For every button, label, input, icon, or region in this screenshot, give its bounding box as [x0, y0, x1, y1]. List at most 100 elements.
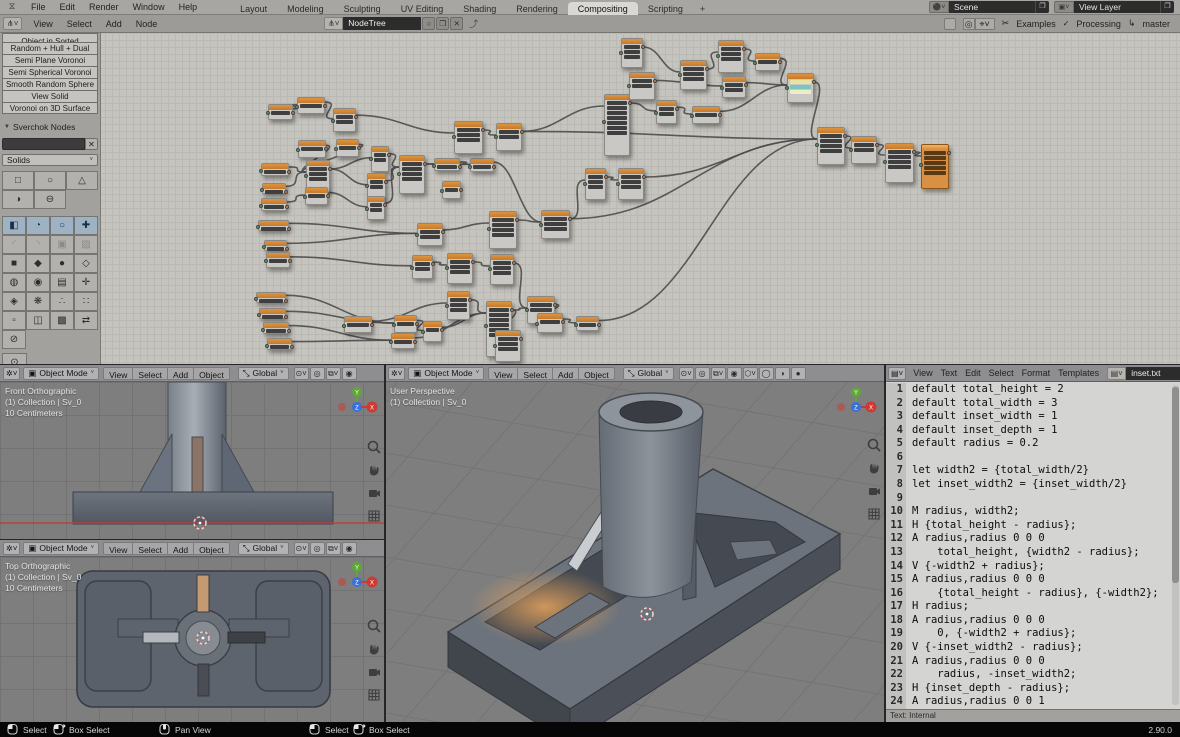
- node-29[interactable]: [399, 155, 425, 194]
- solid-op-icon-3[interactable]: ○: [50, 216, 74, 235]
- code-line[interactable]: H {total_height - radius};: [912, 519, 1180, 533]
- vp-menu-select[interactable]: Select: [518, 367, 553, 380]
- tab-modeling[interactable]: Modeling: [277, 2, 334, 15]
- solid-op-icon-2[interactable]: ◔: [26, 216, 50, 235]
- sphere-solid-icon[interactable]: ◑: [2, 190, 34, 209]
- output-socket[interactable]: [843, 134, 847, 138]
- input-socket[interactable]: [260, 188, 264, 192]
- vp-menu-select[interactable]: Select: [133, 542, 168, 555]
- output-socket[interactable]: [288, 259, 292, 263]
- output-socket[interactable]: [324, 147, 328, 151]
- overlay-icon[interactable]: ⧉˅: [326, 542, 341, 555]
- output-socket[interactable]: [742, 47, 746, 51]
- input-socket[interactable]: [785, 86, 789, 90]
- menu-edit[interactable]: Edit: [53, 2, 83, 12]
- node-menu-select[interactable]: Select: [60, 19, 99, 29]
- input-socket[interactable]: [493, 344, 497, 348]
- shading-wire-icon[interactable]: ◯: [759, 367, 774, 380]
- output-socket[interactable]: [284, 299, 288, 303]
- node-23[interactable]: [261, 198, 287, 211]
- preset-button-semi-spherical-voronoi[interactable]: Semi Spherical Voronoi: [2, 66, 98, 78]
- output-socket[interactable]: [459, 188, 463, 192]
- node-36[interactable]: [264, 240, 287, 251]
- output-socket[interactable]: [642, 175, 646, 179]
- solid-op-icon-13[interactable]: ◍: [2, 273, 26, 292]
- front-viewport[interactable]: Front Orthographic(1) Collection | Sv_01…: [0, 382, 385, 540]
- view-layer-selector[interactable]: ▣˅ View Layer ❐: [1054, 1, 1174, 13]
- preset-button-voronoi-on-3d-surface[interactable]: Voronoi on 3D Surface: [2, 102, 98, 114]
- node-14[interactable]: [585, 168, 606, 200]
- output-socket[interactable]: [357, 146, 361, 150]
- vp-menu-object[interactable]: Object: [579, 367, 615, 380]
- node-menu-add[interactable]: Add: [99, 19, 129, 29]
- node-50[interactable]: [344, 316, 372, 333]
- node-47[interactable]: [394, 315, 417, 333]
- vp-menu-view[interactable]: View: [103, 542, 133, 555]
- output-socket[interactable]: [512, 261, 516, 265]
- snap-target-icon[interactable]: ◎: [963, 18, 975, 30]
- input-socket[interactable]: [753, 61, 757, 65]
- code-line[interactable]: default total_width = 3: [912, 397, 1180, 411]
- node-3[interactable]: [722, 76, 746, 98]
- snap-magnet-icon[interactable]: ⊙˅: [679, 367, 694, 380]
- output-socket[interactable]: [515, 218, 519, 222]
- preset-button-smooth-random-sphere[interactable]: Smooth Random Sphere: [2, 78, 98, 90]
- output-socket[interactable]: [628, 101, 632, 105]
- node-17[interactable]: [297, 97, 325, 114]
- backdrop-toggle-icon[interactable]: [944, 18, 956, 30]
- output-socket[interactable]: [718, 113, 722, 117]
- code-lines[interactable]: default total_height = 2default total_wi…: [906, 383, 1180, 709]
- code-line[interactable]: [912, 492, 1180, 506]
- output-socket[interactable]: [604, 175, 608, 179]
- node-19[interactable]: [298, 140, 326, 158]
- output-socket[interactable]: [705, 67, 709, 71]
- input-socket[interactable]: [815, 143, 819, 147]
- input-socket[interactable]: [452, 135, 456, 139]
- navigation-gizmo[interactable]: Y Z X: [336, 386, 378, 430]
- vp-menu-object[interactable]: Object: [194, 542, 230, 555]
- vp-menu-view[interactable]: View: [103, 367, 133, 380]
- input-socket[interactable]: [365, 184, 369, 188]
- input-socket[interactable]: [303, 195, 307, 199]
- tab-sculpting[interactable]: Sculpting: [334, 2, 391, 15]
- input-socket[interactable]: [295, 105, 299, 109]
- input-socket[interactable]: [262, 245, 266, 249]
- text-filename[interactable]: inset.txt: [1126, 367, 1180, 380]
- input-socket[interactable]: [678, 73, 682, 77]
- editor-type-node-icon[interactable]: ⋔˅: [3, 17, 22, 30]
- code-line[interactable]: default total_height = 2: [912, 383, 1180, 397]
- vp-menu-add[interactable]: Add: [168, 542, 194, 555]
- code-line[interactable]: H radius;: [912, 600, 1180, 614]
- editor-type-3dview-icon[interactable]: ✲˅: [3, 367, 20, 380]
- vp-menu-add[interactable]: Add: [553, 367, 579, 380]
- node-4[interactable]: [755, 53, 780, 71]
- code-line[interactable]: M radius, width2;: [912, 505, 1180, 519]
- cylinder-solid-icon[interactable]: ○: [34, 171, 66, 190]
- mode-dropdown[interactable]: ▣Object Mode˅: [23, 367, 99, 380]
- code-line[interactable]: let width2 = {total_width/2}: [912, 464, 1180, 478]
- input-socket[interactable]: [296, 148, 300, 152]
- menu-render[interactable]: Render: [82, 2, 126, 12]
- node-52[interactable]: [259, 308, 286, 319]
- text-editor[interactable]: 123456789101112131415161718192021222324 …: [885, 365, 1180, 722]
- solid-op-icon-6[interactable]: ◝: [26, 235, 50, 254]
- shading-solid-icon[interactable]: ◑: [775, 367, 790, 380]
- node-44[interactable]: [447, 291, 470, 320]
- search-clear-icon[interactable]: ✕: [85, 138, 98, 150]
- node-22[interactable]: [262, 183, 286, 194]
- input-socket[interactable]: [389, 340, 393, 344]
- code-line[interactable]: let inset_width2 = {inset_width/2}: [912, 478, 1180, 492]
- output-socket[interactable]: [291, 111, 295, 115]
- solid-op-icon-5[interactable]: ◜: [2, 235, 26, 254]
- output-socket[interactable]: [323, 104, 327, 108]
- input-socket[interactable]: [494, 135, 498, 139]
- output-socket[interactable]: [326, 194, 330, 198]
- top-viewport[interactable]: Top Orthographic(1) Collection | Sv_010 …: [0, 557, 385, 722]
- torus-solid-icon[interactable]: ⊖: [34, 190, 66, 209]
- output-socket[interactable]: [440, 328, 444, 332]
- input-socket[interactable]: [535, 322, 539, 326]
- vp-menu-object[interactable]: Object: [194, 367, 230, 380]
- output-socket[interactable]: [431, 262, 435, 266]
- pan-hand-icon[interactable]: [867, 461, 881, 475]
- cone-solid-icon[interactable]: △: [66, 171, 98, 190]
